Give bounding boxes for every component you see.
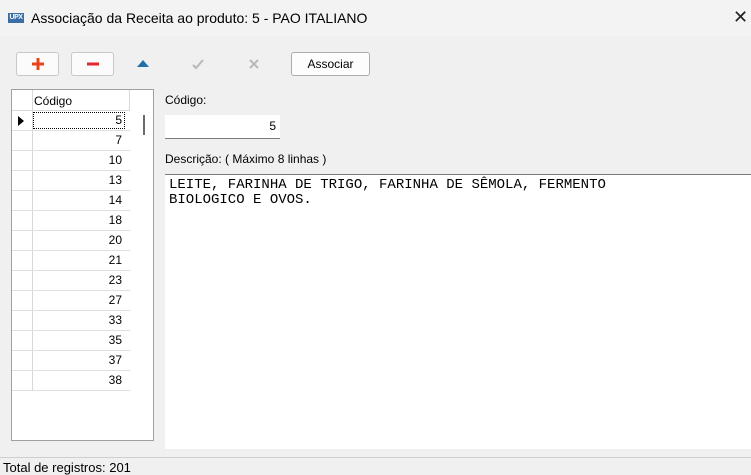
table-row[interactable]: 35: [12, 331, 130, 351]
close-button[interactable]: ✕: [733, 0, 751, 36]
row-indicator: [12, 171, 33, 190]
status-bar: Total de registros: 201: [0, 457, 751, 475]
table-row[interactable]: 27: [12, 291, 130, 311]
codigo-cell[interactable]: 14: [32, 191, 126, 210]
window-title: Associação da Receita ao produto: 5 - PA…: [31, 10, 368, 26]
confirm-button[interactable]: [176, 52, 219, 76]
table-row[interactable]: 38: [12, 371, 130, 391]
title-bar: UPX Associação da Receita ao produto: 5 …: [0, 0, 751, 37]
codigo-cell[interactable]: 23: [32, 271, 126, 290]
remove-button[interactable]: [71, 52, 114, 76]
codigo-cell[interactable]: 10: [32, 151, 126, 170]
cancel-button[interactable]: [232, 52, 275, 76]
row-indicator: [12, 331, 33, 350]
codigo-cell[interactable]: 27: [32, 291, 126, 310]
record-count: Total de registros: 201: [3, 460, 131, 475]
current-row-arrow-icon: [18, 116, 24, 126]
codigo-cell[interactable]: 21: [32, 251, 126, 270]
code-label: Código:: [165, 93, 207, 107]
codigo-cell[interactable]: 33: [32, 311, 126, 330]
table-row[interactable]: 7: [12, 131, 130, 151]
codigo-cell[interactable]: 13: [32, 171, 126, 190]
toolbar: Associar: [0, 36, 751, 80]
app-icon: UPX: [8, 13, 24, 23]
table-row[interactable]: 21: [12, 251, 130, 271]
check-icon: [191, 59, 204, 70]
grid-header: Código: [12, 90, 130, 111]
description-textarea[interactable]: LEITE, FARINHA DE TRIGO, FARINHA DE SÊMO…: [165, 174, 751, 449]
row-indicator: [12, 251, 33, 270]
row-indicator: [12, 211, 33, 230]
column-header-codigo[interactable]: Código: [34, 94, 72, 108]
indicator-header: [12, 90, 33, 110]
codigo-cell[interactable]: 5: [32, 111, 126, 130]
row-indicator: [12, 371, 33, 390]
codigo-cell[interactable]: 7: [32, 131, 126, 150]
codigo-cell[interactable]: 20: [32, 231, 126, 250]
row-indicator: [12, 131, 33, 150]
codigo-cell[interactable]: 35: [32, 331, 126, 350]
table-row[interactable]: 37: [12, 351, 130, 371]
table-row[interactable]: 5: [12, 111, 130, 131]
plus-icon: [31, 58, 44, 70]
row-indicator: [12, 191, 33, 210]
codigo-cell[interactable]: 18: [32, 211, 126, 230]
row-indicator: [12, 231, 33, 250]
table-row[interactable]: 23: [12, 271, 130, 291]
row-indicator: [12, 111, 33, 130]
codes-grid[interactable]: Código 5 7 10 13 14 18 20 21 23 27 33 35 37 38: [11, 89, 154, 441]
codigo-cell[interactable]: 38: [32, 371, 126, 390]
minus-icon: [86, 62, 99, 66]
table-row[interactable]: 10: [12, 151, 130, 171]
table-row[interactable]: 33: [12, 311, 130, 331]
row-indicator: [12, 151, 33, 170]
codigo-cell[interactable]: 37: [32, 351, 126, 370]
row-indicator: [12, 291, 33, 310]
associar-button[interactable]: Associar: [291, 52, 370, 76]
row-indicator: [12, 311, 33, 330]
table-row[interactable]: 14: [12, 191, 130, 211]
move-up-button[interactable]: [121, 52, 164, 76]
row-indicator: [12, 271, 33, 290]
row-indicator: [12, 351, 33, 370]
table-row[interactable]: 13: [12, 171, 130, 191]
column-separator: [129, 90, 130, 110]
code-field[interactable]: 5: [165, 115, 280, 139]
x-icon: [248, 59, 259, 69]
description-label: Descrição: ( Máximo 8 linhas ): [165, 152, 327, 166]
table-row[interactable]: 18: [12, 211, 130, 231]
scrollbar-thumb[interactable]: [143, 115, 145, 135]
table-row[interactable]: 20: [12, 231, 130, 251]
add-button[interactable]: [16, 52, 59, 76]
triangle-up-icon: [136, 60, 149, 67]
